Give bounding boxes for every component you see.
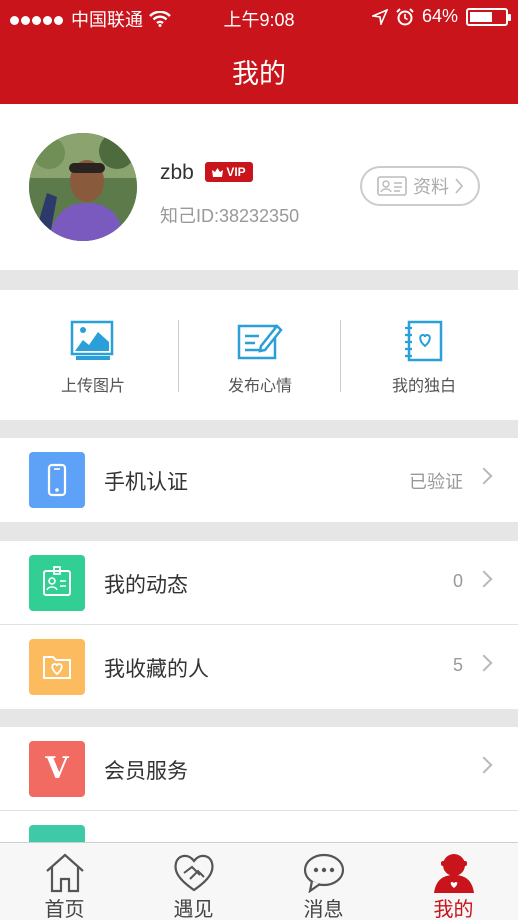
vip-v-icon: V — [29, 741, 85, 797]
row-label: 我收藏的人 — [104, 658, 209, 681]
vip-badge-label: VIP — [226, 165, 246, 179]
badge-card-icon — [29, 555, 85, 611]
vip-service-row[interactable]: V 会员服务 — [0, 727, 518, 811]
user-id: 知己ID:38232350 — [160, 206, 300, 226]
chevron-right-icon — [475, 570, 493, 588]
chevron-right-icon — [475, 654, 493, 672]
post-mood-icon — [237, 324, 283, 360]
user-icon — [433, 854, 474, 893]
row-label: 手机认证 — [104, 471, 188, 494]
activity-section: 我的动态 0 我收藏的人 5 — [0, 541, 518, 709]
chevron-right-icon — [475, 756, 493, 774]
vip-badge: VIP — [205, 162, 253, 182]
heart-hands-icon — [173, 854, 214, 892]
action-label: 上传图片 — [60, 378, 125, 395]
tab-home[interactable]: 首页 — [0, 843, 129, 920]
tab-bar: 首页 遇见 消息 我的 — [0, 842, 518, 920]
partial-menu-row[interactable] — [0, 811, 518, 842]
menu-item-icon — [29, 825, 85, 842]
row-value: 已验证 — [409, 472, 463, 492]
tab-me[interactable]: 我的 — [389, 843, 518, 920]
location-arrow-icon — [371, 8, 388, 25]
tab-meet[interactable]: 遇见 — [129, 843, 258, 920]
row-label: 会员服务 — [104, 760, 188, 783]
profile-button-label: 资料 — [413, 177, 449, 197]
chevron-right-icon — [475, 467, 493, 485]
home-icon — [45, 853, 84, 893]
username: zbb — [160, 161, 194, 184]
service-section: V 会员服务 — [0, 727, 518, 842]
phone-verification-row[interactable]: 手机认证 已验证 — [0, 438, 518, 522]
tab-label: 我的 — [433, 899, 474, 920]
tab-label: 消息 — [303, 899, 344, 920]
phone-icon — [29, 452, 85, 508]
row-value: 5 — [452, 655, 463, 675]
tab-label: 首页 — [44, 899, 85, 920]
tab-label: 遇见 — [173, 899, 214, 920]
action-label: 我的独白 — [391, 378, 456, 395]
tab-messages[interactable]: 消息 — [259, 843, 388, 920]
phone-section: 手机认证 已验证 — [0, 438, 518, 522]
monologue-icon — [405, 320, 443, 362]
battery-percent: 64% — [421, 6, 458, 26]
my-updates-row[interactable]: 我的动态 0 — [0, 541, 518, 625]
row-label: 我的动态 — [104, 574, 188, 597]
alarm-icon — [396, 7, 414, 25]
status-bar: 中国联通 上午9:08 64% — [0, 0, 518, 34]
chevron-right-icon — [455, 178, 463, 194]
avatar[interactable] — [29, 133, 137, 241]
crown-icon — [212, 167, 224, 177]
quick-actions: 上传图片 发布心情 我的独白 — [0, 290, 518, 420]
chat-bubble-icon — [303, 853, 344, 893]
battery-icon — [466, 7, 511, 26]
monologue-action[interactable]: 我的独白 — [338, 290, 510, 420]
heart-folder-icon — [29, 639, 85, 695]
navigation-bar: 我的 — [0, 34, 518, 104]
action-label: 发布心情 — [227, 378, 292, 395]
upload-image-action[interactable]: 上传图片 — [7, 290, 179, 420]
row-value: 0 — [452, 571, 463, 591]
post-mood-action[interactable]: 发布心情 — [174, 290, 346, 420]
profile-card[interactable]: zbb VIP 知己ID:38232350 资料 — [0, 104, 518, 270]
profile-details-button[interactable]: 资料 — [360, 166, 480, 206]
id-card-icon — [377, 176, 407, 196]
page-title: 我的 — [232, 59, 286, 89]
my-favorites-row[interactable]: 我收藏的人 5 — [0, 625, 518, 709]
upload-image-icon — [70, 320, 114, 360]
